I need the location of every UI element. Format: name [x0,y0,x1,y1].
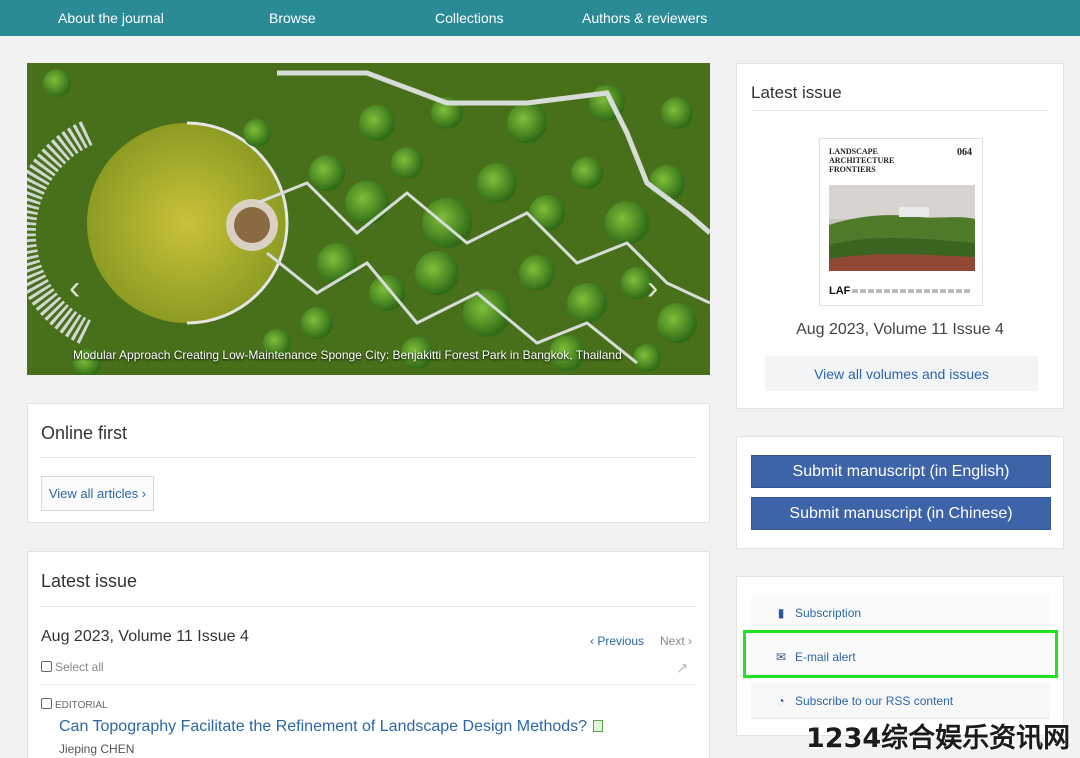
cover-journal-name: LANDSCAPE ARCHITECTURE FRONTIERS [829,147,895,174]
divider [41,457,696,458]
article-checkbox[interactable] [41,698,52,709]
watermark: 1234综合娱乐资讯网 [806,723,1071,754]
submit-chinese-button[interactable]: Submit manuscript (in Chinese) [751,497,1051,530]
book-icon: ▮ [777,605,785,620]
submit-card [736,436,1064,549]
share-icon[interactable]: ↗ [676,659,689,677]
article-title-link[interactable]: Can Topography Facilitate the Refinement… [59,718,604,736]
view-all-volumes-button[interactable]: View all volumes and issues [765,356,1038,391]
nav-about-journal[interactable]: About the journal [58,10,164,26]
sidebar-latest-issue-title: Latest issue [751,83,842,102]
cover-number: 064 [957,147,972,158]
rss-link[interactable]: ◔ Subscribe to our RSS content [751,683,1050,719]
nav-authors-reviewers[interactable]: Authors & reviewers [582,10,707,26]
nav-browse[interactable]: Browse [269,10,316,26]
article-title[interactable]: Can Topography Facilitate the Refinement… [59,718,587,735]
carousel-prev-arrow[interactable]: ‹ [69,271,80,305]
view-all-articles-button[interactable]: View all articles › [41,476,154,511]
sidebar-issue-label: Aug 2023, Volume 11 Issue 4 [796,321,1004,338]
article-author[interactable]: Jieping CHEN [59,742,134,756]
hero-carousel[interactable]: ‹ › Modular Approach Creating Low-Mainte… [27,63,710,375]
article-type: EDITORIAL [55,700,108,711]
email-alert-highlight [743,630,1058,678]
online-first-title: Online first [41,423,128,443]
previous-issue-link[interactable]: ‹ Previous [590,634,644,648]
hero-caption[interactable]: Modular Approach Creating Low-Maintenanc… [73,348,622,362]
submit-english-button[interactable]: Submit manuscript (in English) [751,455,1051,488]
cover-laf-logo: LAF [829,285,851,297]
nav-collections[interactable]: Collections [435,10,503,26]
select-all-checkbox[interactable] [41,661,52,672]
cover-footer-text [852,289,972,293]
next-issue-link[interactable]: Next › [660,634,692,648]
divider [41,684,696,685]
cover-photo [829,185,975,271]
select-all-label: Select all [55,660,104,674]
issue-cover[interactable]: LANDSCAPE ARCHITECTURE FRONTIERS 064 LAF [819,138,983,306]
rss-label: Subscribe to our RSS content [795,693,954,708]
top-nav: About the journal Browse Collections Aut… [0,0,1080,36]
hero-image [27,63,710,375]
rss-icon: ◔ [777,693,785,708]
carousel-next-arrow[interactable]: › [647,271,658,305]
divider [41,606,696,607]
subscription-label: Subscription [795,605,862,620]
latest-issue-title: Latest issue [41,571,138,591]
select-all-row: Select all [41,660,104,674]
pdf-icon[interactable] [593,720,604,732]
article-type-row: EDITORIAL [41,698,108,711]
subscription-link[interactable]: ▮ Subscription [751,595,1050,631]
issue-label: Aug 2023, Volume 11 Issue 4 [41,628,249,645]
divider [751,110,1049,111]
